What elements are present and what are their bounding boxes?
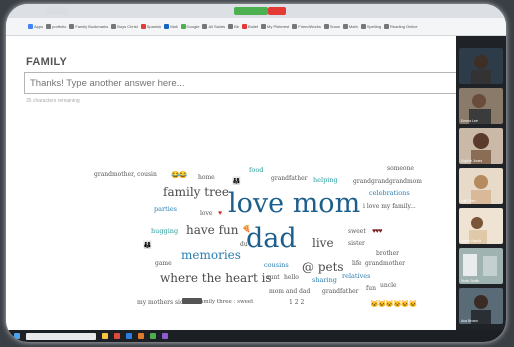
word: @ pets xyxy=(302,260,344,274)
tooltip xyxy=(182,298,202,304)
bookmark-item[interactable]: All Saints xyxy=(202,24,225,29)
word: memories xyxy=(181,248,241,262)
word: celebrations xyxy=(369,189,410,197)
file-explorer-icon[interactable] xyxy=(102,333,108,339)
word: food xyxy=(249,166,264,174)
emoji-group: 👨‍👩‍👧 xyxy=(232,178,241,185)
participant-name: Ava Brown xyxy=(461,319,478,323)
participant-name: Emma Lee xyxy=(461,119,478,123)
app-icon[interactable] xyxy=(150,333,156,339)
word: grandgrandgrandmom xyxy=(353,178,422,185)
word-cloud: love mom dad family tree have fun memori… xyxy=(6,36,456,330)
taskbar xyxy=(6,330,506,342)
word: love mom xyxy=(228,188,361,219)
participant-tile[interactable]: Maria Garcia xyxy=(459,208,503,244)
word: cousins xyxy=(264,261,289,269)
word: fun xyxy=(366,285,376,292)
word: mom and dad xyxy=(269,288,311,295)
participant-tile[interactable]: Noah Smith xyxy=(459,248,503,284)
app-icon[interactable] xyxy=(162,333,168,339)
word-cloud-app: FAMILY 35 characters remaining love mom … xyxy=(6,36,458,330)
word: grandmother xyxy=(365,260,405,267)
bookmark-item[interactable]: Google xyxy=(180,24,199,29)
participant-tile[interactable] xyxy=(459,48,503,84)
word: grandfather xyxy=(271,175,308,182)
word: where the heart is xyxy=(160,271,272,285)
word: have fun xyxy=(186,223,239,237)
bookmark-item[interactable]: Reading Online xyxy=(384,24,418,29)
word: grandfather xyxy=(322,288,359,295)
record-indicator[interactable] xyxy=(268,7,286,15)
bookmark-item[interactable]: Family Bookmarks xyxy=(69,24,108,29)
word: live xyxy=(312,236,334,250)
bookmarks-bar: Apps portfolio Family Bookmarks Boys Chr… xyxy=(6,18,506,36)
bookmark-item[interactable]: Bb xyxy=(228,24,239,29)
word: du xyxy=(240,241,248,248)
emoji-group: 🐱🐱🐱🐱🐱🐱 xyxy=(370,301,417,308)
word: game xyxy=(155,260,172,267)
bookmark-item[interactable]: Spanish xyxy=(140,24,161,29)
word: sister xyxy=(348,240,365,247)
word: family three : sweet xyxy=(198,299,254,305)
word: aunt xyxy=(266,274,280,281)
word: uncle xyxy=(380,282,397,289)
word: dad xyxy=(246,223,297,254)
bookmark-item[interactable]: FriendWorks xyxy=(292,24,321,29)
word: sweet xyxy=(348,228,366,235)
bookmark-item[interactable]: Boys Christ xyxy=(111,24,138,29)
word: helping xyxy=(313,176,338,184)
browser-window: Apps portfolio Family Bookmarks Boys Chr… xyxy=(6,4,506,342)
taskbar-search[interactable] xyxy=(26,332,96,340)
word: love xyxy=(200,210,213,217)
emoji-group: 🍕 xyxy=(242,226,251,233)
heart-icon: ♥ xyxy=(218,210,222,217)
bookmark-item[interactable]: Apps xyxy=(28,24,43,29)
participant-tile[interactable]: Ava Brown xyxy=(459,288,503,324)
app-icon[interactable] xyxy=(138,333,144,339)
person-icon xyxy=(471,55,491,84)
chrome-icon[interactable] xyxy=(114,333,120,339)
video-participants-panel: Emma Lee Sophie Jones Lily Chen Maria Ga… xyxy=(456,36,506,330)
word: grandmother, cousin xyxy=(94,171,157,178)
word: 1 2 2 xyxy=(289,299,305,306)
browser-tab-strip xyxy=(6,4,506,18)
word: someone xyxy=(387,165,414,172)
word: brother xyxy=(376,250,400,257)
heart-icon: ♥♥♥ xyxy=(372,228,383,235)
bookmark-item[interactable]: My Pinterest xyxy=(261,24,289,29)
bookmark-item[interactable]: Bullet xyxy=(242,24,258,29)
participant-name: Maria Garcia xyxy=(461,239,482,243)
participant-name: Noah Smith xyxy=(461,279,480,283)
emoji-group: 😂😂 xyxy=(171,172,187,179)
word: my mothers side xyxy=(137,299,188,306)
participant-tile[interactable]: Emma Lee xyxy=(459,88,503,124)
word: hugging xyxy=(151,227,179,235)
windows-start-icon[interactable] xyxy=(14,333,20,339)
word: family tree xyxy=(163,185,230,199)
browser-tab[interactable] xyxy=(46,7,68,15)
participant-name: Sophie Jones xyxy=(461,159,483,163)
word: sharing xyxy=(312,276,337,284)
bookmark-item[interactable]: Mail xyxy=(164,24,178,29)
bookmark-item[interactable]: Spelling xyxy=(360,24,381,29)
bookmark-item[interactable]: Snow xyxy=(323,24,340,29)
participant-tile[interactable]: Sophie Jones xyxy=(459,128,503,164)
word: parties xyxy=(154,205,178,213)
mail-icon[interactable] xyxy=(126,333,132,339)
participant-name: Lily Chen xyxy=(461,199,476,203)
word: home xyxy=(198,174,215,181)
word: hello xyxy=(284,274,299,281)
bookmark-item[interactable]: Math xyxy=(342,24,358,29)
word: life xyxy=(352,260,362,267)
bookmark-item[interactable]: portfolio xyxy=(46,24,66,29)
browser-tab-active[interactable] xyxy=(234,7,268,15)
word: relatives xyxy=(342,272,371,280)
participant-tile[interactable]: Lily Chen xyxy=(459,168,503,204)
word: i love my family... xyxy=(363,203,416,210)
emoji-group: 👨‍👩‍👦 xyxy=(143,242,152,249)
